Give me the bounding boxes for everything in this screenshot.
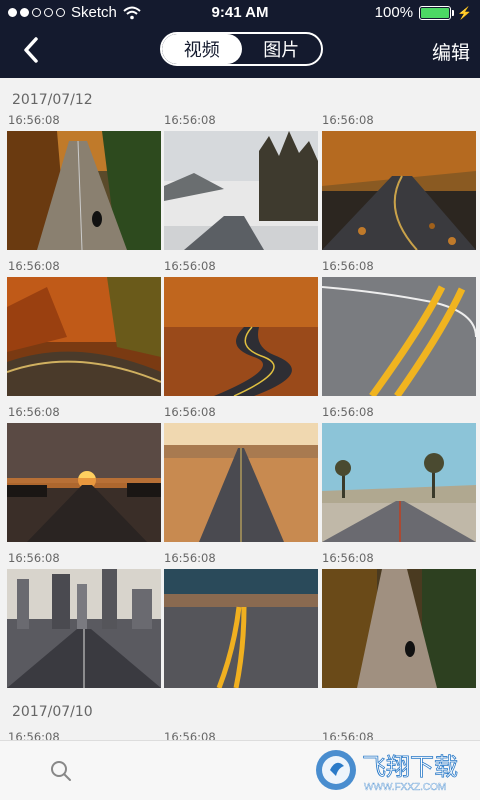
thumbnail-desert-highway[interactable] [164, 423, 318, 542]
thumbnail-autumn-wet-road[interactable] [7, 277, 161, 396]
thumb-time: 16:56:08 [164, 730, 216, 740]
search-icon[interactable] [48, 758, 74, 784]
watermark-logo: 飞翔下载 WWW.FXXZ.COM [316, 750, 458, 793]
thumbnail-coastal-road[interactable] [164, 569, 318, 688]
date-header: 2017/07/12 [12, 92, 93, 108]
nav-bar: 视频 图片 编辑 [0, 30, 480, 70]
thumbnail-asphalt-yellow-lines[interactable] [322, 277, 476, 396]
media-grid: 2017/07/12 16:56:08 16:56:08 16:56:08 16… [0, 78, 480, 740]
thumbnail-winding-autumn-road[interactable] [164, 277, 318, 396]
battery-percent: 100% [374, 4, 414, 21]
header: Sketch 9:41 AM 100% ⚡ 视频 图片 编辑 [0, 0, 480, 78]
thumb-time: 16:56:08 [8, 113, 60, 127]
thumbnail-autumn-leaves-road[interactable] [322, 131, 476, 250]
watermark-url: WWW.FXXZ.COM [364, 782, 446, 793]
battery-icon [419, 5, 455, 20]
thumbnail-forest-road-motorcycle-2[interactable] [322, 569, 476, 688]
thumb-time: 16:56:08 [8, 405, 60, 419]
thumb-time: 16:56:08 [8, 259, 60, 273]
thumb-time: 16:56:08 [8, 551, 60, 565]
watermark-name: 飞翔下载 [362, 753, 458, 781]
thumb-time: 16:56:08 [164, 259, 216, 273]
thumb-time: 16:56:08 [164, 551, 216, 565]
edit-button[interactable]: 编辑 [432, 38, 470, 65]
thumbnail-city-street[interactable] [7, 569, 161, 688]
thumb-time: 16:56:08 [164, 113, 216, 127]
thumbnail-forest-road-motorcycle[interactable] [7, 131, 161, 250]
thumb-time: 16:56:08 [322, 405, 374, 419]
tab-photo[interactable]: 图片 [242, 34, 322, 64]
date-header: 2017/07/10 [12, 704, 93, 720]
thumb-time: 16:56:08 [8, 730, 60, 740]
thumb-time: 16:56:08 [322, 551, 374, 565]
thumb-time: 16:56:08 [322, 259, 374, 273]
thumb-time: 16:56:08 [322, 113, 374, 127]
charging-icon: ⚡ [457, 5, 472, 20]
thumbnail-snowy-road[interactable] [164, 131, 318, 250]
status-right: 100% ⚡ [375, 4, 472, 21]
thumb-time: 16:56:08 [322, 730, 374, 740]
thumb-time: 16:56:08 [164, 405, 216, 419]
thumbnail-sunset-road[interactable] [7, 423, 161, 542]
back-icon[interactable] [18, 36, 46, 64]
tab-video[interactable]: 视频 [162, 34, 242, 64]
media-segmented-control: 视频 图片 [160, 32, 323, 66]
status-bar: Sketch 9:41 AM 100% ⚡ [0, 0, 480, 26]
thumbnail-joshua-tree-road[interactable] [322, 423, 476, 542]
